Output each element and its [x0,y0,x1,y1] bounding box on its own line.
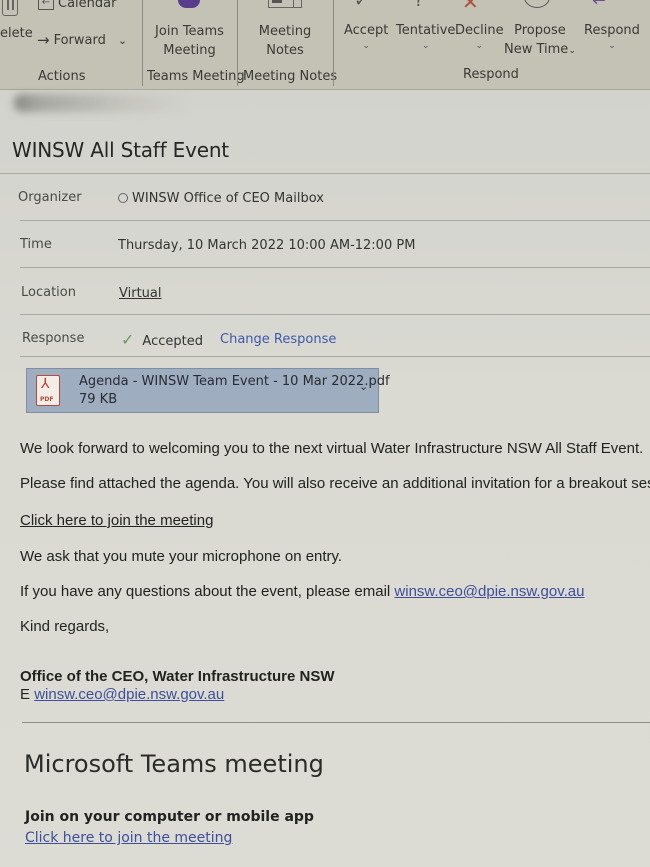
calendar-button[interactable]: ← Calendar [38,0,116,11]
message-subject: WINSW All Staff Event [12,138,229,162]
accept-check-icon: ✓ [354,0,370,11]
join-teams-label-2: Meeting [163,43,216,58]
accepted-check-icon: ✓ [121,330,135,349]
accept-label: Accept [344,23,389,38]
body-paragraph-1: We look forward to welcoming you to the … [20,440,644,457]
teams-meeting-group-label: Teams Meeting [147,69,245,84]
propose-label-2: New Time⌄ [504,42,576,57]
actions-group-label: Actions [38,69,86,84]
presence-icon [118,193,128,203]
attachment-size: 79 KB [79,392,118,407]
respond-group-label: Respond [463,67,519,82]
divider [22,722,650,723]
decline-x-icon: ✕ [462,0,479,14]
chevron-down-icon: ⌄ [421,41,430,51]
divider [20,220,650,221]
decline-button[interactable]: Decline ⌄ [455,21,504,52]
accept-button[interactable]: Accept ⌄ [344,21,388,52]
meeting-notes-group: Meeting Notes Meeting Notes [238,0,337,88]
divider [20,356,650,357]
time-value: Thursday, 10 March 2022 10:00 AM-12:00 P… [118,238,416,253]
chevron-down-icon[interactable]: ⌄ [359,380,368,393]
propose-clock-icon [524,0,550,8]
chevron-down-icon: ⌄ [568,46,576,56]
meeting-notes-label-1: Meeting [258,24,312,39]
propose-label-1: Propose [514,23,566,38]
body-paragraph-3: We ask that you mute your microphone on … [20,548,343,565]
reading-pane: WINSW All Staff Event Organizer WINSW Of… [0,90,650,867]
organizer-value[interactable]: WINSW Office of CEO Mailbox [118,191,324,206]
tentative-label: Tentative [396,23,456,38]
meeting-notes-label-2: Notes [266,43,304,58]
pdf-file-icon: ⅄ PDF [36,375,60,406]
body-paragraph-2: Please find attached the agenda. You wil… [20,475,650,492]
closing-text: Kind regards, [20,618,110,635]
response-value: ✓ Accepted [121,330,203,349]
delete-button[interactable]: elete [0,24,33,43]
calendar-label: Calendar [58,0,117,11]
chevron-down-icon: ⌄ [475,41,484,51]
respond-reply-icon: ↩ [592,0,608,11]
signature-email: E winsw.ceo@dpie.nsw.gov.au [20,686,225,703]
tentative-button[interactable]: Tentative ⌄ [396,21,455,52]
meeting-notes-group-label: Meeting Notes [243,69,338,84]
divider [0,173,650,174]
forward-label: Forward [53,33,106,48]
respond-label: Respond [584,23,640,38]
chevron-down-icon: ⌄ [608,41,616,51]
chevron-down-icon: ⌄ [362,41,370,51]
forward-arrow-icon: → [37,31,50,49]
delete-label: elete [0,26,33,41]
join-meeting-link[interactable]: Click here to join the meeting [20,512,213,529]
respond-group: ✓ Accept ⌄ ? Tentative ⌄ ✕ Decline ⌄ Pro… [334,0,650,88]
forward-button[interactable]: → Forward ⌄ [37,31,127,50]
onenote-icon [268,0,302,8]
join-heading: Join on your computer or mobile app [25,809,314,825]
calendar-arrow-icon: ← [38,0,54,10]
teams-icon [178,0,200,8]
attachment-name: Agenda - WINSW Team Event - 10 Mar 2022.… [79,374,390,389]
organizer-label: Organizer [18,190,82,205]
time-label: Time [20,237,52,252]
divider [20,314,650,315]
teams-meeting-title: Microsoft Teams meeting [24,750,324,778]
location-value[interactable]: Virtual [119,286,161,301]
divider [20,267,650,268]
location-label: Location [21,285,76,300]
teams-meeting-group: Join Teams Meeting Teams Meeting [143,0,245,88]
ribbon: ← Calendar elete → Forward ⌄ Actions Joi… [0,0,650,90]
respond-button[interactable]: Respond ⌄ [584,21,640,52]
join-teams-meeting-button[interactable]: Join Teams Meeting [143,22,236,60]
join-teams-label-1: Join Teams [155,24,224,39]
delete-icon [2,0,18,16]
attachment-card[interactable]: ⅄ PDF Agenda - WINSW Team Event - 10 Mar… [26,368,390,413]
meeting-notes-button[interactable]: Meeting Notes [238,22,332,60]
change-response-link[interactable]: Change Response [220,332,336,347]
decline-label: Decline [455,23,504,38]
sender-blurred [14,94,189,112]
email-link[interactable]: winsw.ceo@dpie.nsw.gov.au [394,583,584,600]
chevron-down-icon[interactable]: ⌄ [118,35,127,46]
signature-name: Office of the CEO, Water Infrastructure … [20,668,335,685]
actions-group: ← Calendar elete → Forward ⌄ Actions [0,0,142,88]
body-paragraph-4: If you have any questions about the even… [20,583,585,600]
signature-email-link[interactable]: winsw.ceo@dpie.nsw.gov.au [34,686,224,703]
propose-new-time-button[interactable]: Propose New Time⌄ [504,21,576,61]
teams-join-link[interactable]: Click here to join the meeting [25,830,232,846]
tentative-question-icon: ? [414,0,424,11]
response-label: Response [22,331,85,346]
